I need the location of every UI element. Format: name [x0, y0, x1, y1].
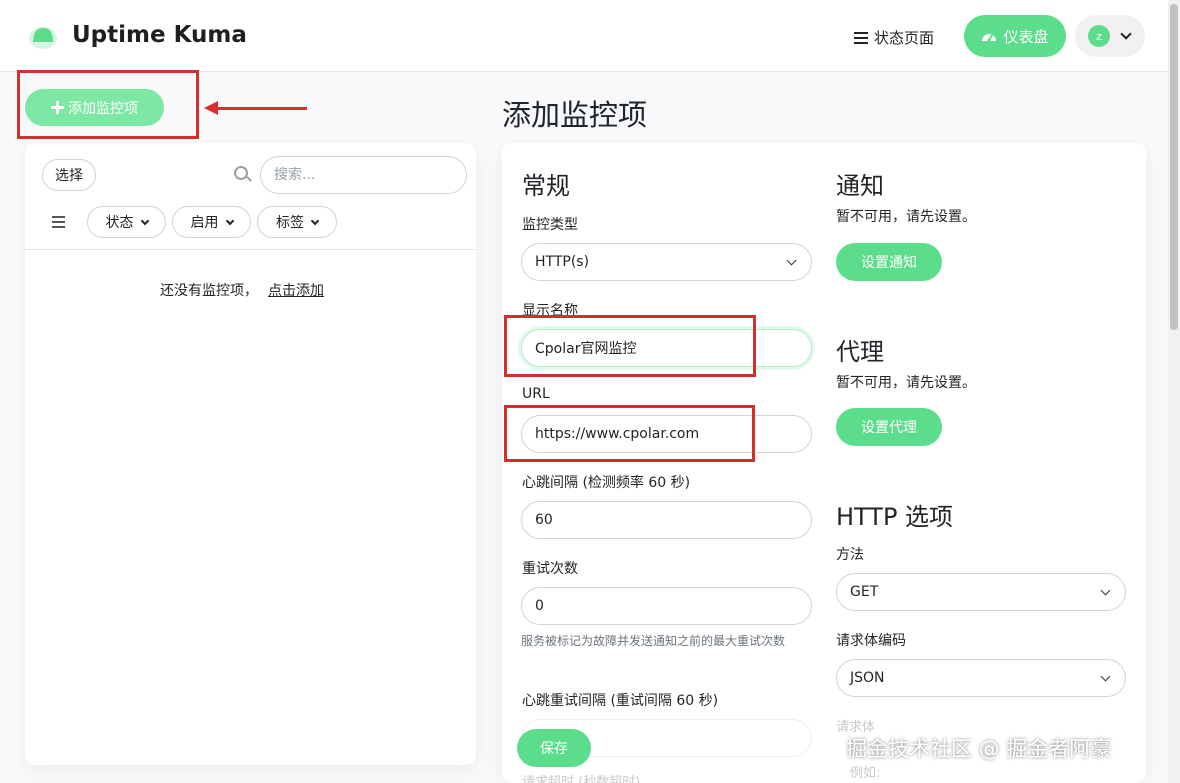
watermark-text: 掘金技术社区 @ 掘金者阿豪 [846, 737, 1112, 761]
annotation-box-add-button [17, 70, 199, 139]
chevron-down-icon [1120, 28, 1132, 40]
general-heading: 常规 [522, 172, 570, 200]
gauge-icon [982, 34, 997, 42]
method-label: 方法 [836, 547, 864, 563]
uptime-kuma-logo-icon[interactable] [28, 22, 58, 50]
annotation-box-url [504, 405, 755, 462]
page-title: 添加监控项 [502, 98, 648, 132]
save-button[interactable]: 保存 [517, 729, 591, 767]
filter-status-label: 状态 [105, 215, 134, 231]
notifications-heading: 通知 [836, 172, 884, 200]
notifications-note: 暂不可用，请先设置。 [836, 209, 976, 225]
filter-status-dropdown[interactable]: 状态 [87, 206, 166, 238]
setup-proxy-label: 设置代理 [861, 420, 917, 436]
url-label: URL [522, 386, 550, 402]
monitor-list-panel [25, 143, 476, 765]
profile-dropdown[interactable]: z [1075, 15, 1145, 57]
click-to-add-link[interactable]: 点击添加 [268, 283, 324, 299]
search-icon [234, 166, 248, 180]
retries-input[interactable]: 0 [521, 587, 812, 625]
select-label: 选择 [55, 168, 83, 184]
heartbeat-interval-label: 心跳间隔 (检测频率 60 秒) [522, 475, 691, 491]
annotation-arrow-head [204, 101, 218, 115]
request-timeout-label: 请求超时 (秒数超时) [522, 775, 641, 783]
heartbeat-interval-input[interactable]: 60 [521, 501, 812, 539]
empty-state: 还没有监控项， 点击添加 [160, 280, 324, 300]
filter-menu-icon[interactable] [52, 216, 65, 228]
retries-value: 0 [535, 598, 544, 614]
empty-state-text: 还没有监控项， [160, 283, 258, 299]
setup-notification-label: 设置通知 [861, 255, 917, 271]
retries-hint: 服务被标记为故障并发送通知之前的最大重试次数 [521, 634, 786, 648]
request-body-placeholder[interactable]: 例如: [850, 762, 880, 781]
chevron-down-icon [1100, 585, 1111, 596]
select-button[interactable]: 选择 [42, 159, 96, 191]
method-value: GET [850, 584, 879, 600]
monitor-type-value: HTTP(s) [535, 254, 590, 270]
body-encoding-value: JSON [850, 670, 885, 686]
chevron-down-icon [140, 216, 149, 225]
filter-tags-label: 标签 [276, 215, 304, 231]
method-select[interactable]: GET [836, 573, 1126, 611]
filter-active-dropdown[interactable]: 启用 [172, 206, 251, 238]
filter-active-label: 启用 [190, 215, 219, 231]
http-options-heading: HTTP 选项 [836, 503, 954, 531]
annotation-box-display-name [504, 315, 756, 377]
list-icon [854, 31, 868, 44]
scrollbar-thumb[interactable] [1170, 4, 1178, 330]
dashboard-label: 仪表盘 [1003, 27, 1049, 46]
avatar: z [1088, 25, 1110, 47]
proxy-heading: 代理 [836, 338, 884, 366]
annotation-arrow-line [215, 107, 307, 110]
setup-notification-button[interactable]: 设置通知 [836, 243, 942, 281]
chevron-down-icon [786, 255, 797, 266]
retry-interval-label: 心跳重试间隔 (重试间隔 60 秒) [522, 693, 719, 709]
monitor-type-label: 监控类型 [522, 217, 578, 233]
proxy-note: 暂不可用，请先设置。 [836, 375, 976, 391]
chevron-down-icon [1100, 671, 1111, 682]
brand-title[interactable]: Uptime Kuma [72, 22, 247, 48]
heartbeat-interval-value: 60 [535, 512, 553, 528]
body-encoding-label: 请求体编码 [836, 633, 906, 649]
top-navbar: Uptime Kuma 状态页面 仪表盘 z [0, 0, 1168, 72]
retries-label: 重试次数 [522, 561, 578, 577]
body-encoding-select[interactable]: JSON [836, 659, 1126, 697]
save-label: 保存 [540, 741, 568, 757]
chevron-down-icon [310, 216, 320, 225]
dashboard-button[interactable]: 仪表盘 [964, 15, 1066, 57]
setup-proxy-button[interactable]: 设置代理 [836, 408, 942, 446]
status-page-label: 状态页面 [874, 29, 935, 47]
filter-tags-dropdown[interactable]: 标签 [257, 206, 337, 238]
list-divider [25, 249, 476, 250]
monitor-type-select[interactable]: HTTP(s) [521, 243, 812, 281]
search-input[interactable] [260, 156, 467, 194]
status-page-link[interactable]: 状态页面 [854, 27, 934, 48]
chevron-down-icon [225, 216, 234, 225]
